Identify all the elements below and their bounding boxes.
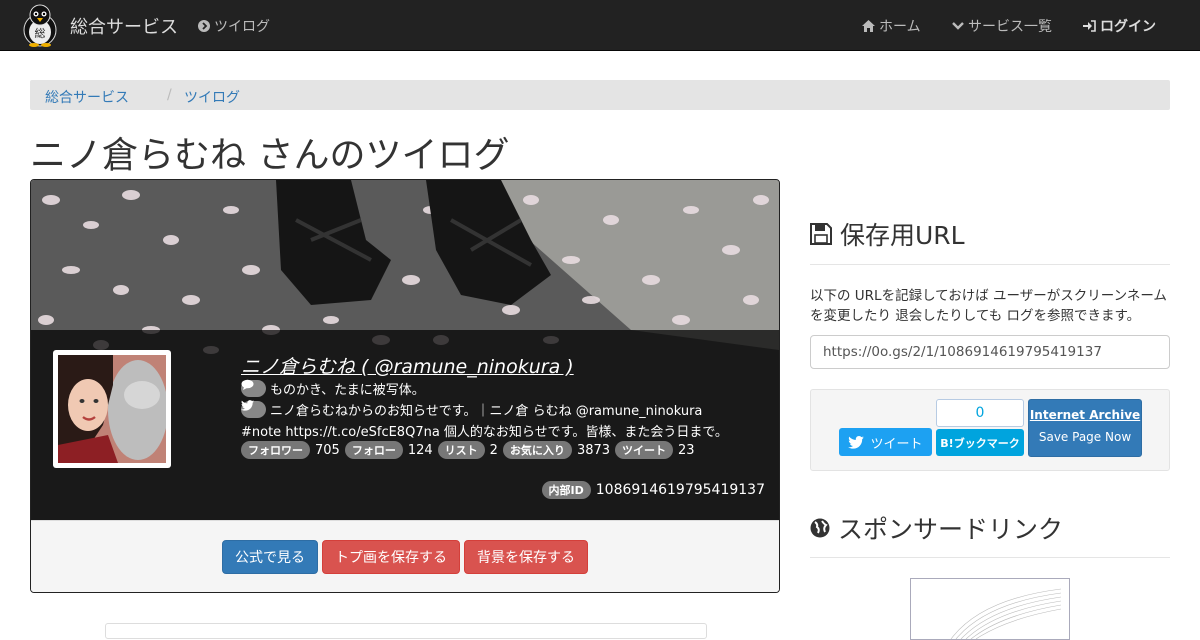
comment-icon <box>241 379 266 397</box>
avatar-photo <box>58 355 166 463</box>
hatena-bookmark-button[interactable]: B!ブックマーク <box>936 429 1024 456</box>
hatena-bookmark-count[interactable]: 0 <box>936 399 1024 427</box>
saved-url-field[interactable] <box>810 335 1170 369</box>
avatar[interactable] <box>53 350 171 468</box>
svg-text:総: 総 <box>35 26 46 40</box>
divider <box>810 264 1170 265</box>
internet-archive-button[interactable]: Internet Archive Save Page Now <box>1028 399 1142 457</box>
favorites-label: お気に入り <box>502 441 572 459</box>
internal-id: 内部ID 1086914619795419137 <box>541 481 765 499</box>
divider <box>810 557 1170 558</box>
profile-banner-image: ニノ倉らむね ( @ramune_ninokura ) ものかき、たまに被写体。… <box>31 180 779 520</box>
tweets-count: 23 <box>678 442 695 458</box>
save-url-description: 以下の URLを記録しておけば ユーザーがスクリーンネームを変更したり 退会した… <box>810 288 1167 324</box>
nav-login-label: ログイン <box>1100 19 1156 35</box>
followers-count: 705 <box>315 442 340 458</box>
favorites-count: 3873 <box>576 442 611 458</box>
profile-location: ものかき、たまに被写体。 <box>270 383 425 398</box>
save-url-heading-text: 保存用URL <box>840 221 965 250</box>
breadcrumb: 総合サービス / ツイログ <box>30 80 1170 110</box>
twitter-icon <box>848 435 865 449</box>
share-panel: ツイート 0 B!ブックマーク Internet Archive Save Pa… <box>810 389 1170 471</box>
globe-icon <box>810 518 830 538</box>
profile-stats: フォロワー 705 フォロー 124 リスト 2 お気に入り 3873 ツイート… <box>241 441 700 459</box>
sign-in-icon <box>1083 20 1096 32</box>
profile-display-name-link[interactable]: ニノ倉らむね ( @ramune_ninokura ) <box>241 352 574 379</box>
following-count: 124 <box>407 442 433 458</box>
profile-bio-line-2: #note https://t.co/eSfcE8Q7na 個人的なお知らせです… <box>241 421 728 440</box>
home-icon <box>862 20 875 32</box>
breadcrumb-tweetlog-link[interactable]: ツイログ <box>184 87 240 107</box>
profile-card: ニノ倉らむね ( @ramune_ninokura ) ものかき、たまに被写体。… <box>30 179 780 593</box>
sponsored-ad[interactable] <box>910 578 1070 640</box>
sponsored-heading-text: スポンサードリンク <box>838 515 1064 544</box>
brand-name[interactable]: 総合サービス <box>70 13 178 39</box>
chevron-circle-right-icon <box>198 20 210 32</box>
internet-archive-subtitle: Save Page Now <box>1038 430 1132 444</box>
chevron-down-icon <box>952 21 964 31</box>
save-background-button[interactable]: 背景を保存する <box>464 540 588 574</box>
twitter-icon <box>241 400 266 418</box>
profile-bio-text-1: ニノ倉らむねからのお知らせです。｜ニノ倉 らむね @ramune_ninokur… <box>270 404 703 419</box>
tweet-button[interactable]: ツイート <box>839 428 932 456</box>
floppy-disk-icon <box>810 223 832 245</box>
page-title: ニノ倉らむね さんのツイログ <box>30 135 510 176</box>
content-panel-edge <box>105 623 707 639</box>
profile-card-footer: 公式で見る トプ画を保存する 背景を保存する <box>31 520 779 592</box>
internal-id-value: 1086914619795419137 <box>595 482 765 498</box>
internet-archive-title: Internet Archive <box>1029 408 1141 422</box>
nav-login[interactable]: ログイン <box>1083 16 1156 36</box>
penguin-logo-icon[interactable]: 総 <box>20 3 60 47</box>
nav-home-label: ホーム <box>879 19 921 35</box>
tweets-label: ツイート <box>615 441 674 459</box>
profile-overlay: ニノ倉らむね ( @ramune_ninokura ) ものかき、たまに被写体。… <box>31 330 779 520</box>
followers-label: フォロワー <box>241 441 310 459</box>
profile-bio-line: ニノ倉らむねからのお知らせです。｜ニノ倉 らむね @ramune_ninokur… <box>241 400 702 419</box>
lists-label: リスト <box>437 441 485 459</box>
nav-home[interactable]: ホーム <box>862 16 921 36</box>
breadcrumb-separator: / <box>167 87 172 103</box>
tweet-button-label: ツイート <box>870 436 923 452</box>
nav-services[interactable]: サービス一覧 <box>952 16 1052 36</box>
nav-services-label: サービス一覧 <box>968 19 1052 35</box>
breadcrumb-home-link[interactable]: 総合サービス <box>45 87 129 107</box>
nav-section-label: ツイログ <box>214 19 270 35</box>
following-label: フォロー <box>344 441 403 459</box>
internal-id-label: 内部ID <box>541 481 591 499</box>
view-official-button[interactable]: 公式で見る <box>222 540 318 574</box>
profile-location-line: ものかき、たまに被写体。 <box>241 379 425 398</box>
ad-wave-graphic <box>950 588 1062 639</box>
sponsored-heading: スポンサードリンク <box>810 510 1063 546</box>
nav-section-tweetlog[interactable]: ツイログ <box>198 16 270 36</box>
lists-count: 2 <box>489 442 498 458</box>
save-avatar-button[interactable]: トプ画を保存する <box>322 540 460 574</box>
profile-bio-text-2: #note https://t.co/eSfcE8Q7na 個人的なお知らせです… <box>241 425 728 440</box>
top-navbar: 総 総合サービス ツイログ ホーム サービス一覧 ログイン <box>0 0 1200 51</box>
save-url-heading: 保存用URL <box>810 216 965 252</box>
